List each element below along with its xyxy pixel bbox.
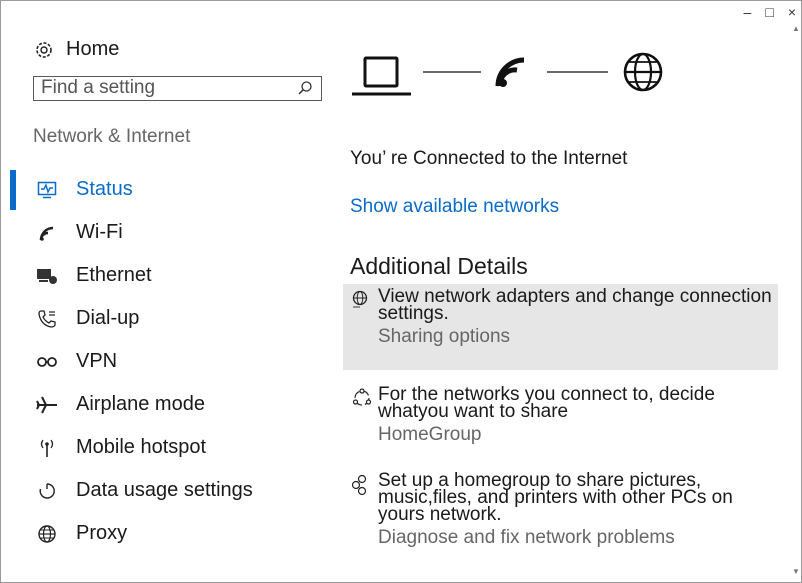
search-input[interactable] [34,77,291,99]
sidebar-item-ethernet[interactable]: Ethernet [0,254,320,297]
homegroup-link[interactable]: HomeGroup [378,424,778,446]
globe-icon [35,523,59,545]
connection-status: You’ re Connected to the Internet [350,148,628,169]
detail-text: View network adapters and change connect… [378,286,772,324]
sidebar-item-label: Mobile hotspot [76,436,207,458]
homegroup-icon [351,474,369,501]
diagnose-network-link[interactable]: Diagnose and fix network problems [378,527,778,549]
wifi-icon [35,222,59,244]
main-content: You’ re Connected to the Internet Show a… [343,0,790,581]
scroll-up-icon[interactable]: ▲ [791,24,801,33]
section-title: Network & Internet [33,126,191,147]
dialup-icon [35,308,59,330]
vertical-scrollbar[interactable]: ▲ ▼ [791,24,801,576]
data-usage-icon [35,480,59,502]
detail-text: For the networks you connect to, decide … [378,384,715,422]
sidebar: Home Network & Internet Status Wi-Fi Eth… [0,0,322,581]
scroll-down-icon[interactable]: ▼ [791,567,801,576]
search-box[interactable] [33,76,322,101]
sidebar-nav: Status Wi-Fi Ethernet Dial-up VPN Airpla… [0,168,320,555]
wifi-signal-icon [495,57,525,87]
sharing-options-link[interactable]: Sharing options [378,326,778,348]
detail-homegroup: Set up a homegroup to share pictures, mu… [343,468,778,568]
sidebar-item-airplane-mode[interactable]: Airplane mode [0,383,320,426]
sidebar-item-wifi[interactable]: Wi-Fi [0,211,320,254]
sidebar-item-label: Ethernet [76,264,152,286]
detail-network-adapters[interactable]: View network adapters and change connect… [343,284,778,370]
home-label: Home [66,38,120,60]
show-available-networks-link[interactable]: Show available networks [350,196,559,218]
sharing-icon [351,388,373,413]
sidebar-item-label: VPN [76,350,118,372]
search-icon[interactable] [297,80,313,96]
vpn-icon [35,351,59,373]
sidebar-item-vpn[interactable]: VPN [0,340,320,383]
additional-details-heading: Additional Details [350,253,528,279]
ethernet-icon [35,265,59,287]
laptop-icon [352,56,411,96]
hotspot-icon [35,437,59,459]
sidebar-item-label: Data usage settings [76,479,253,501]
sidebar-item-data-usage[interactable]: Data usage settings [0,469,320,512]
connection-diagram [352,52,663,96]
sidebar-item-proxy[interactable]: Proxy [0,512,320,555]
gear-icon [36,41,52,58]
sidebar-item-label: Proxy [76,522,128,544]
sidebar-item-label: Airplane mode [76,393,205,415]
sidebar-item-label: Dial-up [76,307,140,329]
internet-globe-icon [623,52,663,92]
sidebar-item-status[interactable]: Status [0,168,320,211]
sidebar-item-dialup[interactable]: Dial-up [0,297,320,340]
detail-sharing: For the networks you connect to, decide … [343,382,778,454]
detail-text: Set up a homegroup to share pictures, mu… [378,470,733,525]
network-adapter-icon [351,290,369,315]
home-link[interactable]: Home [34,38,119,61]
sidebar-item-label: Status [76,178,133,200]
sidebar-item-mobile-hotspot[interactable]: Mobile hotspot [0,426,320,469]
airplane-icon [35,394,59,416]
sidebar-item-label: Wi-Fi [76,221,123,243]
status-icon [35,179,59,201]
